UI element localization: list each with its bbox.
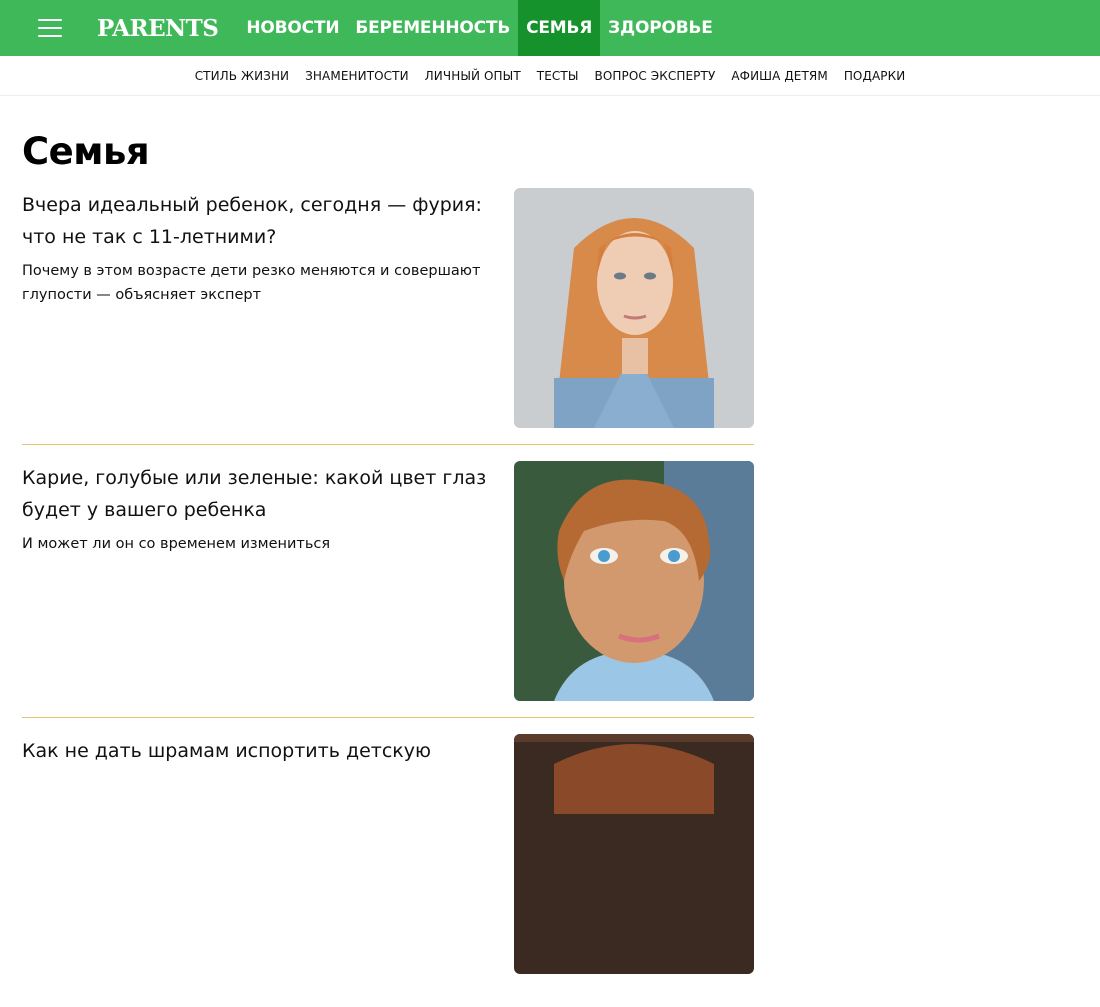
article-list: Вчера идеальный ребенок, сегодня — фурия… [22, 188, 754, 991]
subnav-item-kids-events[interactable]: АФИША ДЕТЯМ [723, 69, 835, 83]
article-card: Карие, голубые или зеленые: какой цвет г… [22, 461, 754, 718]
article-headline[interactable]: Карие, голубые или зеленые: какой цвет г… [22, 462, 502, 526]
article-lead: И может ли он со временем измениться [22, 536, 331, 552]
article-card: Вчера идеальный ребенок, сегодня — фурия… [22, 188, 754, 445]
article-headline[interactable]: Вчера идеальный ребенок, сегодня — фурия… [22, 189, 502, 253]
article-card: Как не дать шрамам испортить детскую [22, 734, 754, 991]
article-thumbnail[interactable] [514, 734, 754, 974]
subnav-item-tests[interactable]: ТЕСТЫ [529, 69, 587, 83]
article-text: Как не дать шрамам испортить детскую [22, 734, 502, 975]
article-lead: Почему в этом возрасте дети резко меняют… [22, 263, 481, 303]
nav-item-health[interactable]: ЗДОРОВЬЕ [600, 0, 721, 56]
subnav-item-gifts[interactable]: ПОДАРКИ [836, 69, 914, 83]
subnav-item-personal-experience[interactable]: ЛИЧНЫЙ ОПЫТ [417, 69, 529, 83]
article-text: Карие, голубые или зеленые: какой цвет г… [22, 461, 502, 701]
menu-icon[interactable] [38, 19, 62, 37]
subnav-item-lifestyle[interactable]: СТИЛЬ ЖИЗНИ [187, 69, 297, 83]
article-thumbnail[interactable] [514, 461, 754, 701]
freckled-boy-photo [514, 461, 754, 701]
article-text: Вчера идеальный ребенок, сегодня — фурия… [22, 188, 502, 428]
nav-item-pregnancy[interactable]: БЕРЕМЕННОСТЬ [347, 0, 518, 56]
child-photo [514, 734, 754, 974]
page-title: Семья [22, 130, 150, 173]
top-bar: PARENTS НОВОСТИ БЕРЕМЕННОСТЬ СЕМЬЯ ЗДОРО… [0, 0, 1100, 56]
subnav-item-celebrities[interactable]: ЗНАМЕНИТОСТИ [297, 69, 417, 83]
nav-item-family[interactable]: СЕМЬЯ [518, 0, 601, 56]
main-nav: НОВОСТИ БЕРЕМЕННОСТЬ СЕМЬЯ ЗДОРОВЬЕ [238, 0, 720, 56]
article-thumbnail[interactable] [514, 188, 754, 428]
subnav-item-ask-expert[interactable]: ВОПРОС ЭКСПЕРТУ [587, 69, 724, 83]
article-headline[interactable]: Как не дать шрамам испортить детскую [22, 735, 502, 767]
redhead-girl-photo [514, 188, 754, 428]
site-logo[interactable]: PARENTS [97, 15, 219, 42]
nav-item-news[interactable]: НОВОСТИ [238, 0, 347, 56]
sub-nav: СТИЛЬ ЖИЗНИ ЗНАМЕНИТОСТИ ЛИЧНЫЙ ОПЫТ ТЕС… [0, 56, 1100, 96]
main-content: Семья Вчера идеальный ребенок, сегодня —… [22, 96, 754, 1007]
